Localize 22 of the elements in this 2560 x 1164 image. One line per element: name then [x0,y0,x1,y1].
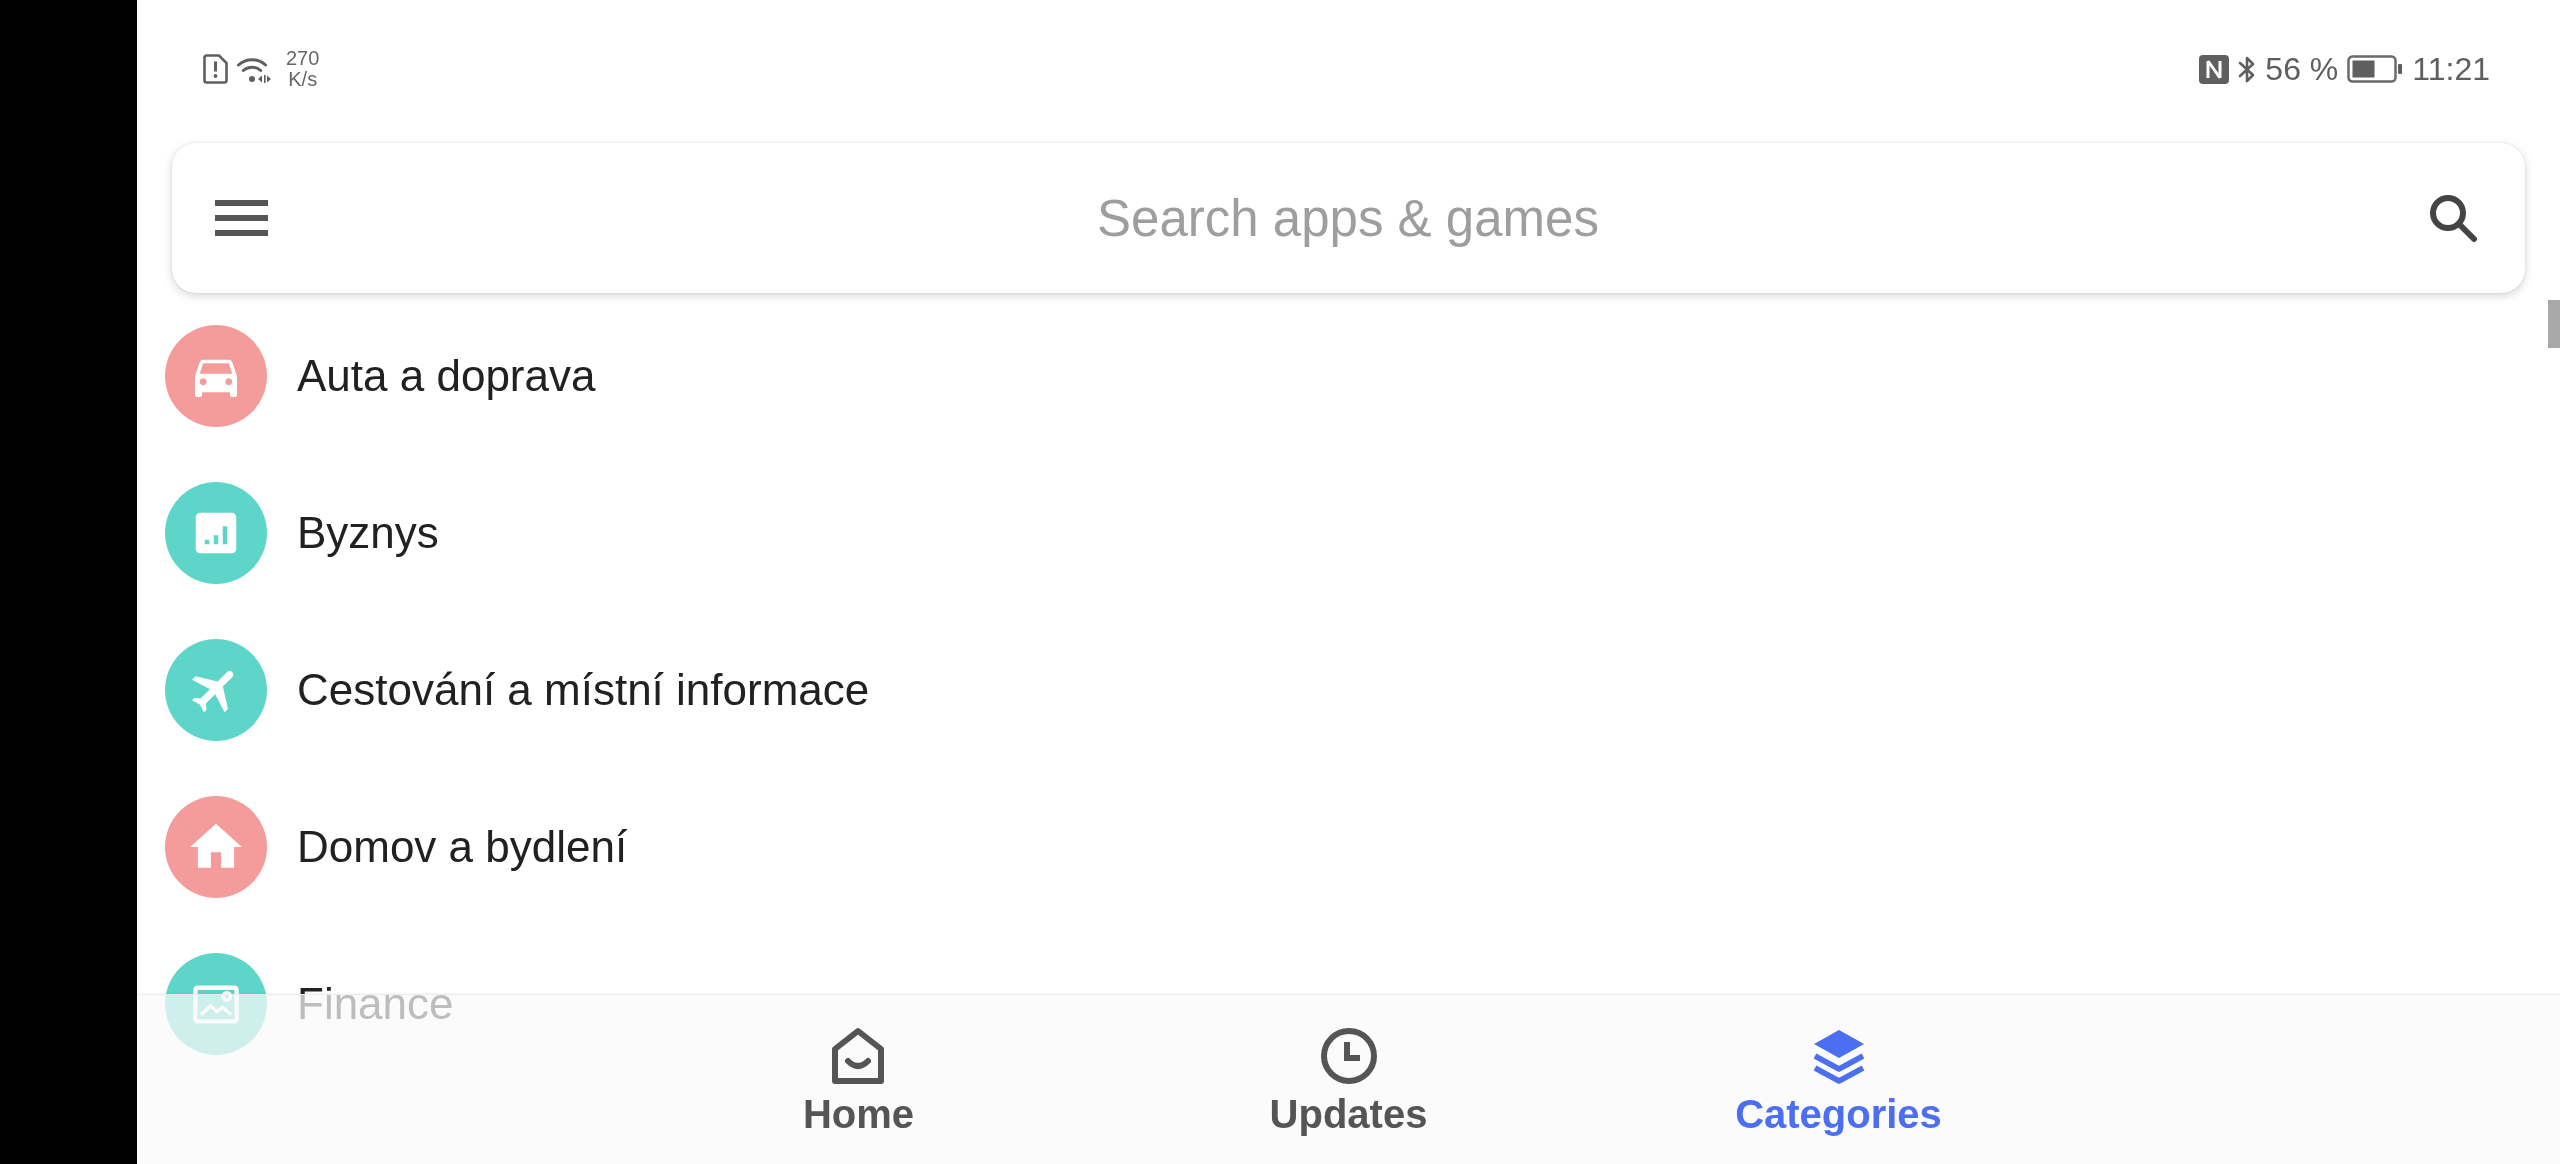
nav-tab[interactable]: Updates [1269,1027,1428,1137]
network-speed-unit: K/s [288,69,318,90]
sim-alert-icon [203,54,228,84]
nav-tab[interactable]: Categories [1735,1027,1942,1137]
nfc-icon [2199,54,2230,84]
nav-tab[interactable]: Home [802,1027,915,1137]
battery-percent: 56 % [2265,51,2339,87]
category-item[interactable]: Byznys [165,481,439,584]
search-field[interactable]: Search apps & games [298,183,2398,253]
scroll-thumb[interactable] [2548,300,2560,348]
search-icon [2428,193,2478,243]
clock-icon [1319,1027,1378,1085]
search-button[interactable] [2428,193,2478,243]
battery-icon [2347,55,2404,83]
clock-time: 11:21 [2412,51,2490,87]
category-item[interactable]: Cestování a místní informace [165,638,870,741]
menu-button[interactable] [215,200,268,236]
menu-icon [215,200,268,236]
house-smile-icon [831,1027,886,1085]
category-item[interactable]: Auta a doprava [165,324,596,427]
network-speed: 270 [286,48,320,69]
category-item[interactable]: Domov a bydlení [165,795,628,898]
